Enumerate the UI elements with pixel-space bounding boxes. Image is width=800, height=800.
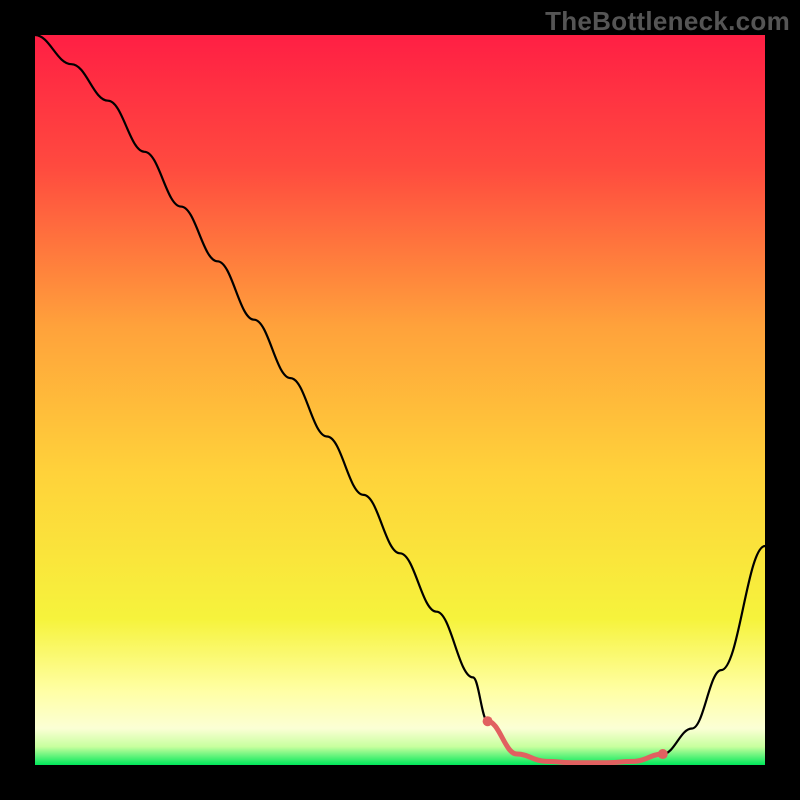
gradient-background xyxy=(35,35,765,765)
chart-plot-area xyxy=(35,35,765,765)
optimal-range-start-marker xyxy=(483,716,493,726)
watermark-label: TheBottleneck.com xyxy=(545,6,790,37)
optimal-range-end-marker xyxy=(658,749,668,759)
bottleneck-curve-chart xyxy=(35,35,765,765)
